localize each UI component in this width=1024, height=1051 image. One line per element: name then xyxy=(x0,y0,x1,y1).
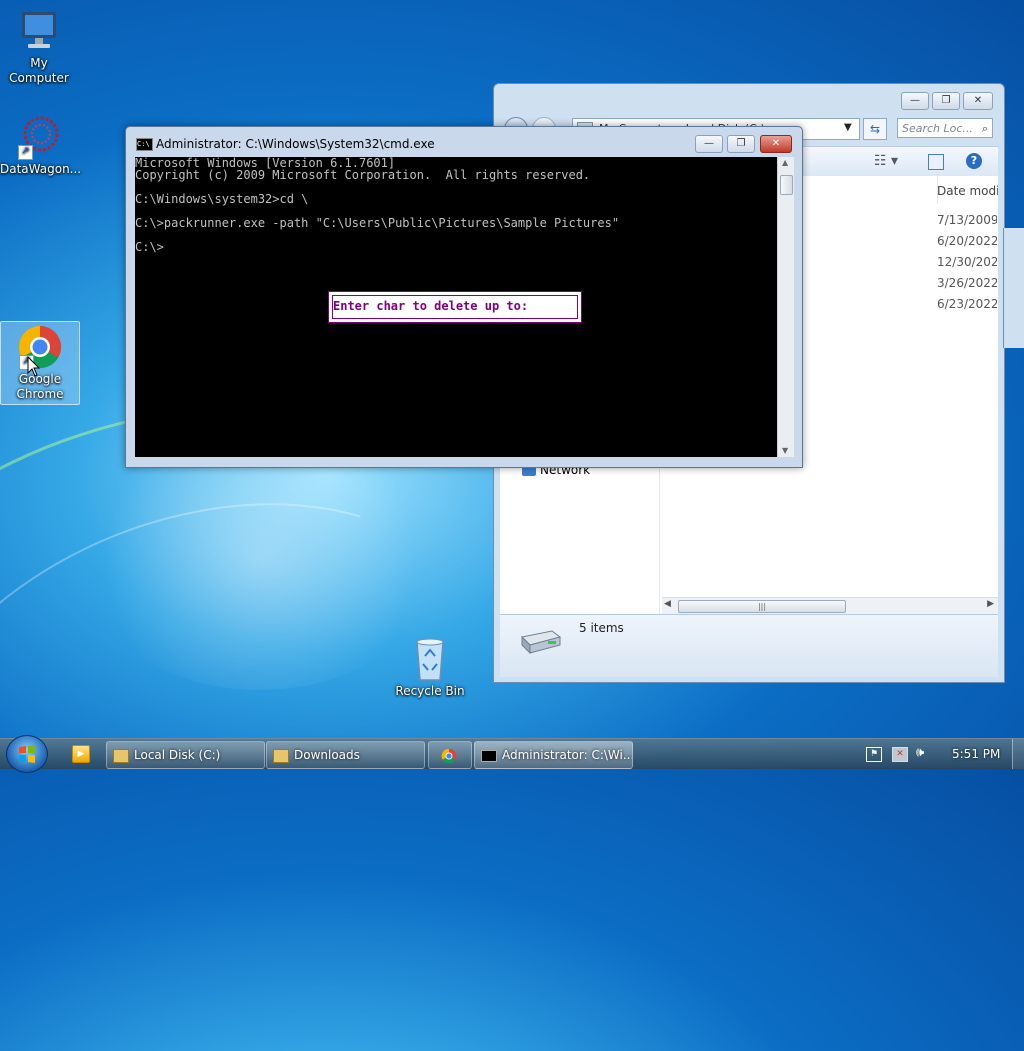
console-output[interactable]: Microsoft Windows [Version 6.1.7601] Cop… xyxy=(135,157,777,457)
scroll-thumb[interactable] xyxy=(780,175,793,195)
date-cell: 12/30/2021 xyxy=(937,255,997,269)
background-window-edge[interactable] xyxy=(1003,228,1024,348)
folder-icon xyxy=(273,748,289,763)
scroll-thumb[interactable]: ||| xyxy=(678,600,846,613)
shortcut-arrow-icon: ↗ xyxy=(18,145,33,160)
volume-icon[interactable]: 🕪 xyxy=(916,745,924,760)
chrome-icon xyxy=(441,748,457,763)
desktop-icon-my-computer[interactable]: My Computer xyxy=(0,8,78,86)
action-center-icon[interactable]: ⚑ xyxy=(866,747,882,762)
console-line: C:\Windows\system32>cd \ xyxy=(135,192,309,206)
console-line: C:\> xyxy=(135,240,164,254)
desktop-icon-label: DataWagon... xyxy=(0,162,82,176)
cmd-icon xyxy=(481,749,497,762)
console-line: Copyright (c) 2009 Microsoft Corporation… xyxy=(135,168,591,182)
chevron-down-icon[interactable]: ▼ xyxy=(844,122,852,133)
delete-char-prompt[interactable]: Enter char to delete up to: xyxy=(328,291,582,323)
windows-logo-icon xyxy=(19,745,35,763)
desktop-icon-label: Recycle Bin xyxy=(395,684,465,698)
refresh-button[interactable]: ⇆ xyxy=(863,118,887,140)
column-header-date[interactable]: Date modif xyxy=(937,184,998,198)
maximize-button[interactable]: ❐ xyxy=(727,135,755,153)
maximize-button[interactable]: ❐ xyxy=(932,92,960,110)
cmd-icon: C:\ xyxy=(136,138,153,151)
close-button[interactable]: ✕ xyxy=(760,135,792,153)
details-pane: 5 items xyxy=(500,614,998,677)
show-desktop-button[interactable] xyxy=(1012,739,1024,769)
search-input[interactable]: Search Loc... ⌕ xyxy=(897,118,993,138)
taskbar-item-label: Administrator: C:\Wi... xyxy=(502,748,633,762)
taskbar-item-local-disk[interactable]: Local Disk (C:) xyxy=(106,741,265,769)
window-title: Administrator: C:\Windows\System32\cmd.e… xyxy=(156,137,435,151)
preview-pane-icon[interactable] xyxy=(928,154,944,170)
taskbar-item-label: Downloads xyxy=(294,748,360,762)
taskbar-item-label: Local Disk (C:) xyxy=(134,748,221,762)
vertical-scrollbar[interactable]: ▲ ▼ xyxy=(777,157,794,457)
minimize-button[interactable]: — xyxy=(695,135,723,153)
scroll-left-icon[interactable]: ◀ xyxy=(664,599,671,609)
date-cell: 3/26/2022 6 xyxy=(937,276,997,290)
search-placeholder: Search Loc... xyxy=(902,122,973,135)
media-player-icon[interactable]: ▶ xyxy=(72,745,90,763)
cmd-window[interactable]: C:\ Administrator: C:\Windows\System32\c… xyxy=(125,126,803,468)
taskbar-item-cmd[interactable]: Administrator: C:\Wi... xyxy=(474,741,633,769)
datawagon-icon: ↗ xyxy=(16,114,62,160)
minimize-button[interactable]: — xyxy=(901,92,929,110)
date-cell: 6/20/2022 1 xyxy=(937,234,997,248)
recycle-bin-icon xyxy=(410,636,450,682)
desktop-icon-recycle-bin[interactable]: Recycle Bin xyxy=(391,636,469,699)
scroll-up-icon[interactable]: ▲ xyxy=(782,158,788,167)
help-icon[interactable]: ? xyxy=(966,153,982,169)
computer-icon xyxy=(16,8,62,54)
column-divider xyxy=(937,176,938,204)
taskbar: ▶ Local Disk (C:) Downloads Administrato… xyxy=(0,735,1024,773)
desktop-icon-label: My Computer xyxy=(9,56,69,85)
drive-large-icon xyxy=(518,627,562,655)
horizontal-scrollbar[interactable]: ◀ ||| ▶ xyxy=(662,597,998,614)
prompt-text: Enter char to delete up to: xyxy=(333,299,529,313)
desktop-icon-datawagon[interactable]: ↗ DataWagon... xyxy=(0,114,82,177)
taskbar-item-downloads[interactable]: Downloads xyxy=(266,741,425,769)
scroll-right-icon[interactable]: ▶ xyxy=(987,599,994,609)
scroll-down-icon[interactable]: ▼ xyxy=(782,446,788,455)
clock[interactable]: 5:51 PM xyxy=(952,747,1000,761)
network-disconnected-icon[interactable]: ✕ xyxy=(892,747,908,762)
wallpaper-swirl xyxy=(0,418,561,1046)
console-line: C:\>packrunner.exe -path "C:\Users\Publi… xyxy=(135,216,620,230)
folder-icon xyxy=(113,748,129,763)
taskbar-item-chrome[interactable] xyxy=(428,741,472,769)
status-item-count: 5 items xyxy=(579,621,624,635)
mouse-cursor-icon xyxy=(27,356,41,377)
close-button[interactable]: ✕ xyxy=(963,92,993,110)
start-button[interactable] xyxy=(6,735,48,773)
search-icon: ⌕ xyxy=(981,122,988,135)
views-icon[interactable]: ☷ ▾ xyxy=(874,153,898,169)
date-cell: 7/13/2009 1 xyxy=(937,213,997,227)
date-cell: 6/23/2022 7 xyxy=(937,297,997,311)
wallpaper-glow xyxy=(80,430,440,690)
